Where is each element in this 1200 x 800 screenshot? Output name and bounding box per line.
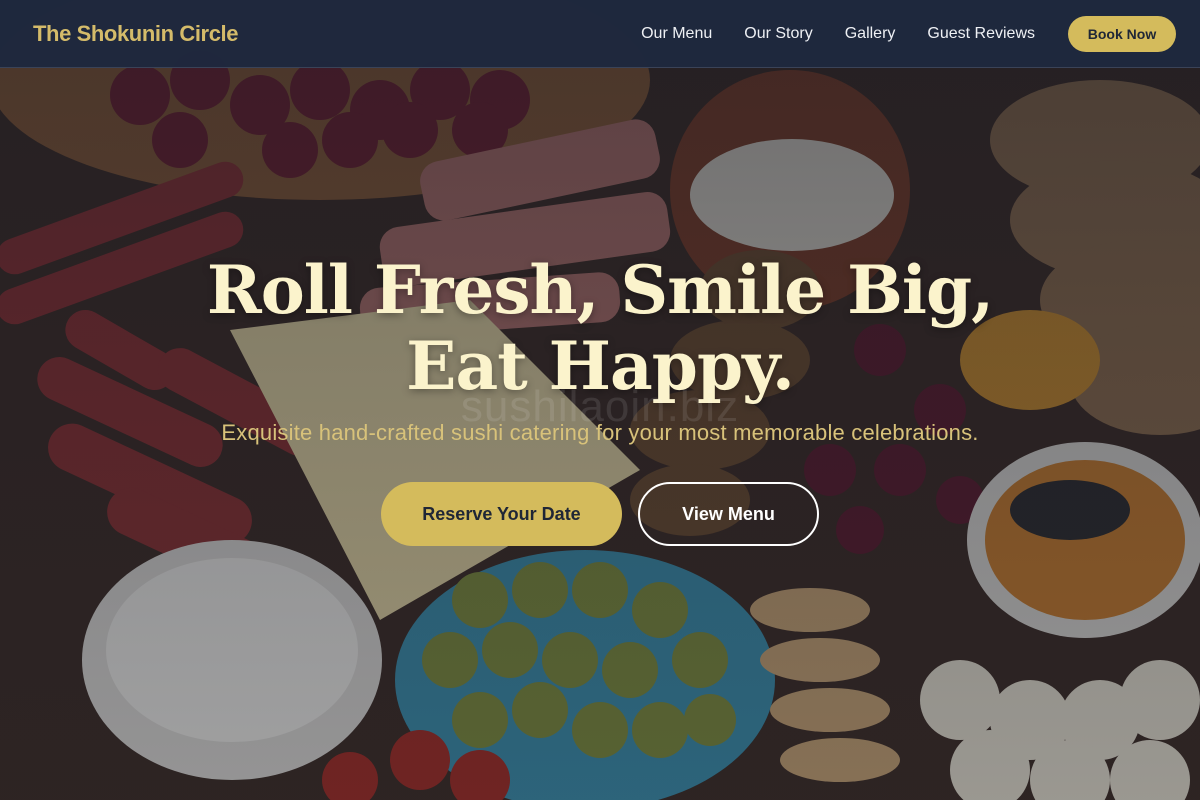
nav-link-our-story[interactable]: Our Story (744, 25, 812, 43)
nav-link-our-menu[interactable]: Our Menu (641, 25, 712, 43)
nav-links: Our Menu Our Story Gallery Guest Reviews (641, 25, 1035, 43)
view-menu-button[interactable]: View Menu (638, 482, 819, 546)
top-navbar: The Shokunin Circle Our Menu Our Story G… (0, 0, 1200, 68)
reserve-your-date-button[interactable]: Reserve Your Date (381, 482, 622, 546)
nav-link-guest-reviews[interactable]: Guest Reviews (927, 25, 1035, 43)
book-now-button[interactable]: Book Now (1068, 15, 1176, 52)
hero-cta-row: Reserve Your Date View Menu (0, 482, 1200, 546)
brand-logo[interactable]: The Shokunin Circle (33, 21, 239, 47)
nav-link-gallery[interactable]: Gallery (845, 25, 896, 43)
watermark-text: sushilaoin.biz (460, 382, 740, 431)
hero-content: sushilaoin.biz Roll Fresh, Smile Big, Ea… (0, 252, 1200, 546)
